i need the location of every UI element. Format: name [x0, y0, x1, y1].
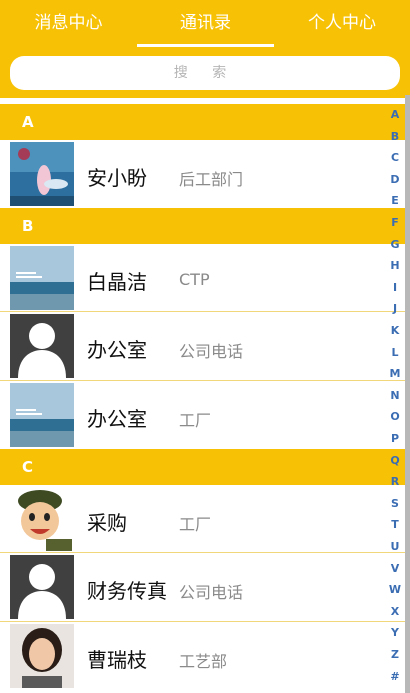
contact-row[interactable]: 办公室 公司电话: [0, 312, 410, 381]
index-letter-f[interactable]: F: [385, 216, 405, 229]
contact-name: 采购: [87, 511, 127, 535]
cartoon-soldier-avatar: [10, 487, 74, 551]
search-placeholder: 搜 索: [173, 65, 237, 81]
index-letter-e[interactable]: E: [385, 194, 405, 207]
contact-name: 办公室: [87, 338, 147, 362]
sea-photo-avatar: [10, 246, 74, 310]
index-letter-j[interactable]: J: [385, 302, 405, 315]
index-letter-m[interactable]: M: [385, 367, 405, 380]
section-header-c: C: [0, 449, 410, 485]
contact-row[interactable]: 办公室 工厂: [0, 381, 410, 449]
index-letter-y[interactable]: Y: [385, 626, 405, 639]
index-letter-o[interactable]: O: [385, 410, 405, 423]
underwater-photo-avatar: [10, 142, 74, 206]
section-header-b: B: [0, 208, 410, 244]
contact-row[interactable]: 财务传真 公司电话: [0, 553, 410, 622]
contact-name: 安小盼: [87, 166, 147, 190]
index-letter-p[interactable]: P: [385, 432, 405, 445]
tab-profile[interactable]: 个人中心: [274, 10, 410, 36]
tab-messages[interactable]: 消息中心: [0, 10, 137, 36]
contact-name: 财务传真: [87, 579, 167, 603]
contact-row[interactable]: 采购 工厂: [0, 485, 410, 553]
index-letter-hash[interactable]: #: [385, 670, 405, 683]
index-letter-r[interactable]: R: [385, 475, 405, 488]
index-letter-k[interactable]: K: [385, 324, 405, 337]
contact-dept: 公司电话: [179, 342, 244, 361]
index-letter-t[interactable]: T: [385, 518, 405, 531]
search-input[interactable]: 搜 索: [10, 56, 400, 90]
default-person-avatar: [10, 314, 74, 378]
contact-dept: 后工部门: [179, 170, 244, 189]
contact-dept: 工艺部: [179, 652, 228, 671]
contact-name: 办公室: [87, 407, 147, 431]
contact-dept: 工厂: [179, 411, 212, 430]
section-header-a: A: [0, 104, 410, 140]
woman-photo-avatar: [10, 624, 74, 688]
section-letter: A: [22, 113, 34, 131]
alphabet-index-bar[interactable]: A B C D E F G H I J K L M N O P Q R S T U V W X Y Z #: [385, 108, 405, 693]
active-tab-indicator: [137, 44, 274, 47]
index-letter-q[interactable]: Q: [385, 454, 405, 467]
list-edge-shadow: [405, 95, 410, 693]
index-letter-i[interactable]: I: [385, 281, 405, 294]
index-letter-l[interactable]: L: [385, 346, 405, 359]
index-letter-b[interactable]: B: [385, 130, 405, 143]
index-letter-a[interactable]: A: [385, 108, 405, 121]
index-letter-x[interactable]: X: [385, 605, 405, 618]
index-letter-v[interactable]: V: [385, 562, 405, 575]
contact-dept: CTP: [179, 270, 210, 289]
index-letter-n[interactable]: N: [385, 389, 405, 402]
tab-bar: 消息中心 通讯录 个人中心: [0, 0, 410, 47]
section-letter: B: [22, 217, 34, 235]
index-letter-g[interactable]: G: [385, 238, 405, 251]
index-letter-z[interactable]: Z: [385, 648, 405, 661]
index-letter-u[interactable]: U: [385, 540, 405, 553]
tab-contacts[interactable]: 通讯录: [137, 10, 274, 36]
index-letter-c[interactable]: C: [385, 151, 405, 164]
contact-row[interactable]: 安小盼 后工部门: [0, 140, 410, 208]
contact-row[interactable]: 白晶洁 CTP: [0, 244, 410, 312]
index-letter-h[interactable]: H: [385, 259, 405, 272]
app-header: 消息中心 通讯录 个人中心 搜 索: [0, 0, 410, 98]
index-letter-w[interactable]: W: [385, 583, 405, 596]
index-letter-s[interactable]: S: [385, 497, 405, 510]
contact-name: 白晶洁: [87, 270, 147, 294]
section-letter: C: [22, 458, 34, 476]
default-person-avatar: [10, 555, 74, 619]
sea-photo-avatar: [10, 383, 74, 447]
contact-dept: 公司电话: [179, 583, 244, 602]
contact-dept: 工厂: [179, 515, 212, 534]
index-letter-d[interactable]: D: [385, 173, 405, 186]
contact-row[interactable]: 曹瑞枝 工艺部: [0, 622, 410, 693]
contact-name: 曹瑞枝: [87, 648, 147, 672]
